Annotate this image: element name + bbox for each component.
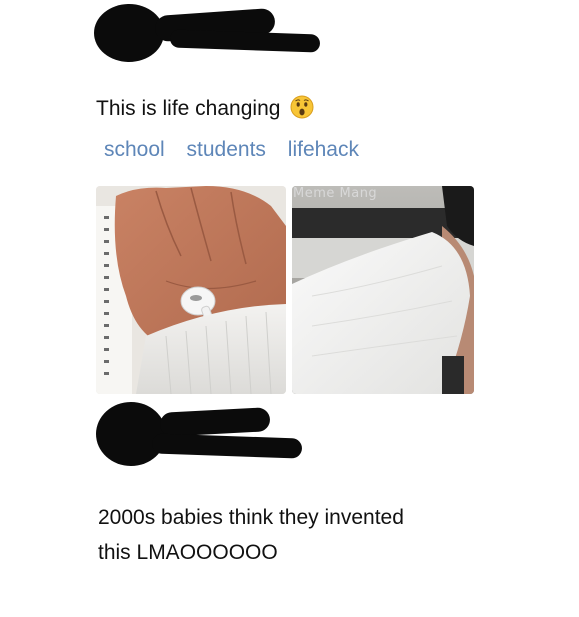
photo-hand-earbud[interactable] (96, 186, 286, 394)
post-caption: This is life changing (96, 95, 314, 125)
redacted-handle (169, 29, 321, 53)
redacted-avatar (96, 402, 166, 466)
reply-text: 2000s babies think they invented this LM… (98, 500, 518, 570)
watermark-text: Meme Mang (293, 186, 378, 201)
caption-text: This is life changing (96, 97, 281, 120)
hashtag-students[interactable]: students (187, 138, 266, 161)
redacted-handle (151, 433, 303, 459)
hashtag-list: school students lifehack (104, 138, 375, 162)
astonished-face-icon (290, 95, 314, 125)
reply-line-1: 2000s babies think they invented (98, 506, 404, 529)
photo-sleeve[interactable] (292, 186, 474, 394)
redacted-avatar (94, 4, 164, 62)
hashtag-school[interactable]: school (104, 138, 165, 161)
hashtag-lifehack[interactable]: lifehack (288, 138, 359, 161)
reply-line-2: this LMAOOOOOO (98, 541, 278, 564)
redacted-username (159, 407, 271, 437)
